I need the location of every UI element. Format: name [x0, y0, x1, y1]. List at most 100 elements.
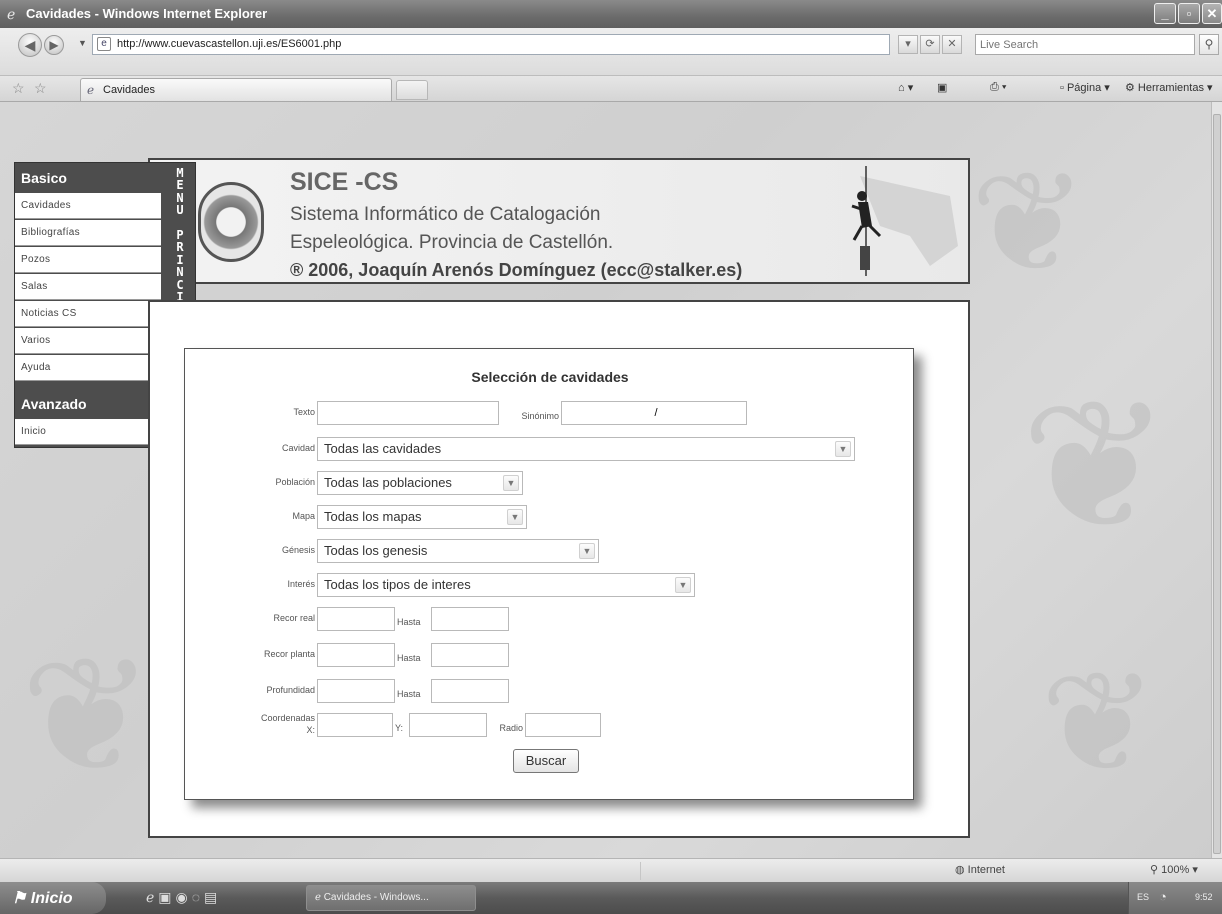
stop-button[interactable]: ✕: [942, 35, 962, 54]
interes-label: Interés: [287, 579, 315, 589]
address-dropdown-button[interactable]: ▾: [898, 35, 918, 54]
taskbar: ⚑ Inicio ℯ▣◉◌▤ ℯ Cavidades - Windows... …: [0, 882, 1222, 914]
bat-decoration: ❦: [1040, 644, 1158, 801]
profundidad-from-input[interactable]: [318, 680, 394, 702]
refresh-button[interactable]: ⟳: [920, 35, 940, 54]
bat-decoration: ❦: [1020, 366, 1171, 567]
forward-arrow-icon: ▶: [49, 38, 59, 52]
menu-item-ayuda[interactable]: Ayuda: [15, 355, 161, 381]
texto-label: Texto: [293, 407, 315, 417]
vertical-letter: U: [176, 203, 184, 218]
mapa-select[interactable]: Todas los mapas ▼: [317, 505, 527, 529]
print-icon[interactable]: ⎙ ▾: [990, 81, 1006, 94]
close-button[interactable]: ✕: [1202, 3, 1222, 24]
recor-planta-to[interactable]: [431, 643, 509, 667]
scrollbar-thumb[interactable]: [1213, 114, 1221, 854]
hasta-label: Hasta: [397, 653, 421, 663]
profundidad-to[interactable]: [431, 679, 509, 703]
menu-item-pozos[interactable]: Pozos: [15, 247, 161, 273]
page-icon: e: [97, 37, 111, 51]
status-bar: ◍ Internet ⚲ 100% ▾: [0, 858, 1222, 882]
windows-flag-icon: ⚑: [12, 890, 27, 907]
quick-launch-icons[interactable]: ℯ▣◉◌▤: [146, 889, 221, 906]
language-indicator[interactable]: ES: [1137, 892, 1149, 902]
vertical-letter: R: [176, 240, 184, 255]
new-tab-button[interactable]: [396, 80, 428, 100]
coord-y-label: Y:: [395, 723, 404, 733]
site-subtitle-1: Sistema Informático de Catalogación: [290, 204, 601, 225]
coord-y-input[interactable]: [410, 714, 486, 736]
menu-item-noticias[interactable]: Noticias CS: [15, 301, 161, 327]
recor-planta-from[interactable]: [317, 643, 395, 667]
search-icon[interactable]: ⚲: [1199, 34, 1219, 55]
menu-item-varios[interactable]: Varios: [15, 328, 161, 354]
address-url[interactable]: http://www.cuevascastellon.uji.es/ES6001…: [117, 38, 341, 50]
content-panel: Selección de cavidades Texto Sinónimo Ca…: [148, 300, 970, 838]
ie-task-icon: ℯ: [315, 892, 321, 903]
search-input[interactable]: [976, 35, 1186, 54]
radio-input[interactable]: [526, 714, 600, 736]
recor-planta-from-input[interactable]: [318, 644, 394, 666]
profundidad-from[interactable]: [317, 679, 395, 703]
add-favorites-icon[interactable]: ☆: [34, 80, 47, 97]
minimize-button[interactable]: _: [1154, 3, 1176, 24]
recor-planta-to-input[interactable]: [432, 644, 508, 666]
profundidad-to-input[interactable]: [432, 680, 508, 702]
texto-input[interactable]: [318, 402, 498, 424]
coord-y-field[interactable]: [409, 713, 487, 737]
zoom-control[interactable]: ⚲ 100% ▾: [1150, 863, 1198, 876]
tools-menu[interactable]: ⚙ Herramientas ▾: [1125, 81, 1213, 94]
menu-item-inicio[interactable]: Inicio: [15, 419, 161, 445]
recor-real-from[interactable]: [317, 607, 395, 631]
chevron-down-icon: ▼: [503, 475, 519, 491]
maximize-button[interactable]: ▫: [1178, 3, 1200, 24]
profundidad-label: Profundidad: [266, 685, 315, 695]
site-title: SICE -CS: [290, 168, 399, 196]
sinonimo-label: Sinónimo: [521, 411, 559, 421]
site-credit: ® 2006, Joaquín Arenós Domínguez (ecc@st…: [290, 260, 743, 280]
zoom-level: 100%: [1161, 864, 1190, 876]
taskbar-window-button[interactable]: ℯ Cavidades - Windows...: [306, 885, 476, 911]
sinonimo-input[interactable]: [562, 402, 746, 424]
window-title: Cavidades - Windows Internet Explorer: [26, 6, 268, 21]
tab-cavidades[interactable]: ℯ Cavidades: [80, 78, 392, 101]
interes-select[interactable]: Todas los tipos de interes ▼: [317, 573, 695, 597]
window-title-bar: ℯ Cavidades - Windows Internet Explorer …: [0, 0, 1222, 28]
cavidad-select[interactable]: Todas las cavidades ▼: [317, 437, 855, 461]
coord-x-field[interactable]: [317, 713, 393, 737]
coord-x-input[interactable]: [318, 714, 392, 736]
address-bar[interactable]: e http://www.cuevascastellon.uji.es/ES60…: [92, 34, 890, 55]
menu-header-avanzado: Avanzado: [15, 393, 161, 415]
site-subtitle-2: Espeleológica. Provincia de Castellón.: [290, 232, 614, 253]
vertical-scrollbar[interactable]: [1211, 102, 1222, 858]
forward-button[interactable]: ▶: [44, 35, 64, 55]
network-icon[interactable]: ◔: [1159, 889, 1167, 904]
favorites-star-icon[interactable]: ☆: [12, 80, 25, 97]
feeds-icon[interactable]: ▣: [937, 81, 947, 94]
sinonimo-field[interactable]: [561, 401, 747, 425]
history-dropdown-icon[interactable]: ▼: [78, 38, 87, 48]
menu-item-cavidades[interactable]: Cavidades: [15, 193, 161, 219]
menu-item-salas[interactable]: Salas: [15, 274, 161, 300]
cavidad-value: Todas las cavidades: [324, 441, 442, 456]
tab-page-icon: ℯ: [87, 83, 95, 97]
page-menu[interactable]: ▫ Página ▾: [1060, 81, 1110, 94]
mapa-value: Todas los mapas: [324, 509, 422, 524]
recor-real-label: Recor real: [273, 613, 315, 623]
bat-decoration: ❦: [970, 144, 1088, 301]
recor-real-to-input[interactable]: [432, 608, 508, 630]
poblacion-select[interactable]: Todas las poblaciones ▼: [317, 471, 523, 495]
radio-field[interactable]: [525, 713, 601, 737]
menu-item-bibliografias[interactable]: Bibliografías: [15, 220, 161, 246]
back-arrow-icon: ◀: [24, 37, 36, 53]
search-box[interactable]: [975, 34, 1195, 55]
tools-menu-label: Herramientas: [1137, 82, 1204, 94]
home-icon[interactable]: ⌂ ▾: [898, 81, 913, 94]
back-button[interactable]: ◀: [18, 33, 42, 57]
texto-field[interactable]: [317, 401, 499, 425]
recor-real-from-input[interactable]: [318, 608, 394, 630]
buscar-button[interactable]: Buscar: [513, 749, 579, 773]
start-button[interactable]: ⚑ Inicio: [0, 882, 106, 914]
recor-real-to[interactable]: [431, 607, 509, 631]
genesis-select[interactable]: Todas los genesis ▼: [317, 539, 599, 563]
